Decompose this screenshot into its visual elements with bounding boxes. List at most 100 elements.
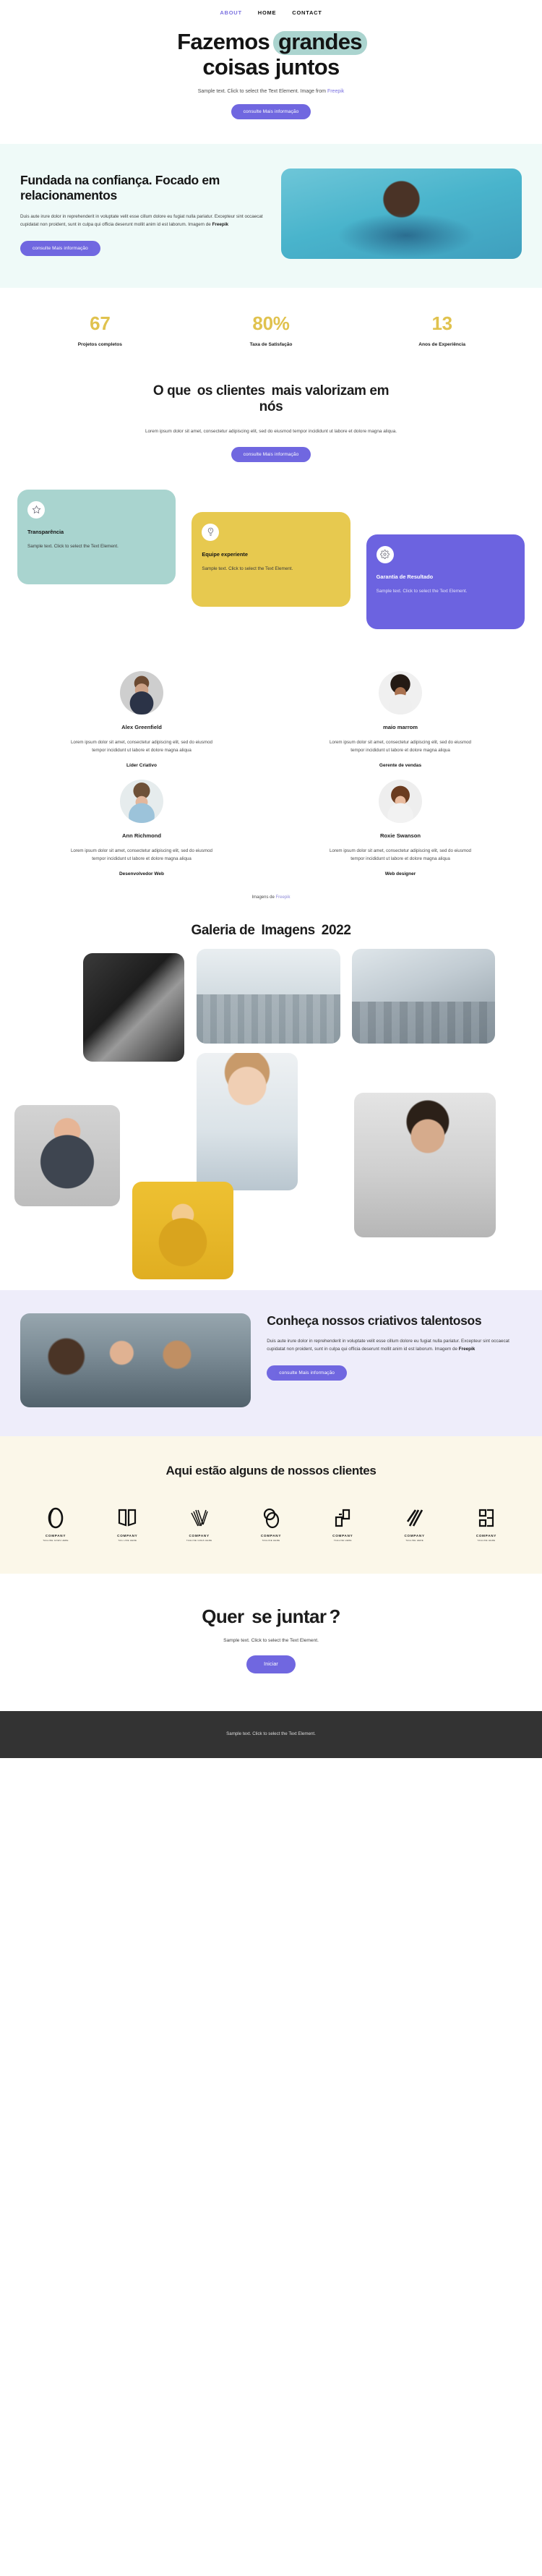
striped-v-mark (190, 1509, 208, 1526)
client-tagline: TAGLINE HERE (333, 1538, 352, 1542)
gallery-image-5[interactable] (14, 1104, 120, 1206)
client-logo-row: COMPANY TAGLINE GOES HERE COMPANY TAG LI… (14, 1507, 528, 1542)
hero-cta-button[interactable]: consulte Mais informação (231, 103, 311, 119)
founded-image-column (280, 168, 522, 259)
client-tagline: TAGLINE HERE (262, 1538, 280, 1542)
client-name: COMPANY (404, 1533, 425, 1538)
gallery-heading: Galeria de Imagens 2022 (0, 923, 542, 939)
client-name: COMPANY (260, 1533, 282, 1538)
nav-link-home[interactable]: HOME (258, 9, 277, 16)
stat-number: 67 (90, 312, 111, 334)
gallery-image-2[interactable] (197, 948, 340, 1044)
client-logo-item[interactable]: COMPANY TAG LINE HERE (105, 1507, 150, 1542)
client-name: COMPANY (189, 1533, 210, 1538)
team-member-card: Roxie Swanson Lorem ipsum dolor sit amet… (288, 779, 513, 877)
creatives-cta-button[interactable]: consulte Mais informação (267, 1365, 348, 1381)
client-name: COMPANY (476, 1533, 497, 1538)
gallery-image-1[interactable] (83, 952, 184, 1062)
client-tagline: TAGLINE GOES HERE (186, 1538, 212, 1542)
stat-item-experience: 13 Anos de Experiência (356, 314, 528, 347)
stat-number: 13 (431, 312, 452, 334)
values-cta-button[interactable]: consulte Mais informação (231, 446, 311, 462)
founded-body-bold: Freepik (212, 222, 228, 228)
founded-portrait-image (280, 168, 522, 259)
founded-text-column: Fundada na confiança. Focado em relacion… (20, 169, 265, 256)
client-logo-item[interactable]: COMPANY TAGLINE HERE (464, 1507, 509, 1542)
join-heading-pre: Quer (202, 1605, 249, 1627)
founded-section: Fundada na confiança. Focado em relacion… (0, 143, 542, 288)
hero-subtitle: Sample text. Click to select the Text El… (0, 89, 542, 94)
value-card-text: Sample text. Click to select the Text El… (202, 566, 293, 571)
value-card-transparencia[interactable]: Transparência Sample text. Click to sele… (17, 489, 176, 584)
team-member-card: Alex Greenfield Lorem ipsum dolor sit am… (29, 670, 254, 768)
client-name: COMPANY (45, 1533, 66, 1538)
main-navigation[interactable]: ABOUT HOME CONTACT (0, 0, 542, 25)
client-logo-item[interactable]: COMPANY TAGLINE GOES HERE (177, 1507, 222, 1542)
team-member-bio: Lorem ipsum dolor sit amet, consectetur … (329, 739, 472, 754)
join-heading-highlight: se juntar (246, 1605, 332, 1629)
corner-squares-mark (335, 1509, 350, 1527)
value-card-equipe-experiente[interactable]: Equipe experiente Sample text. Click to … (192, 511, 350, 607)
value-cards-section: Transparência Sample text. Click to sele… (0, 467, 542, 654)
stat-number: 80% (252, 312, 290, 334)
nav-link-contact[interactable]: CONTACT (292, 9, 322, 16)
team-member-card: Ann Richmond Lorem ipsum dolor sit amet,… (29, 779, 254, 877)
footer-text: Sample text. Click to select the Text El… (226, 1731, 316, 1736)
credit-freepik-link[interactable]: Freepik (276, 895, 291, 900)
value-card-text: Sample text. Click to select the Text El… (27, 543, 119, 549)
join-start-button[interactable]: Iniciar (246, 1655, 296, 1673)
team-member-bio: Lorem ipsum dolor sit amet, consectetur … (329, 848, 472, 862)
gallery-heading-highlight: Imagens (256, 923, 321, 939)
value-card-garantia-de-resultado[interactable]: Garantia de Resultado Sample text. Click… (366, 534, 525, 629)
founded-cta-button[interactable]: consulte Mais informação (20, 240, 100, 256)
team-member-bio: Lorem ipsum dolor sit amet, consectetur … (70, 848, 213, 862)
team-member-role: Líder Criativo (126, 762, 157, 768)
values-heading-pre: O que (152, 383, 194, 398)
client-tagline: TAGLINE HERE (405, 1538, 424, 1542)
gallery-heading-wrap: Galeria de Imagens 2022 (0, 903, 542, 943)
stat-label: Projetos completos (77, 341, 122, 347)
creatives-section: Conheça nossos criativos talentosos Duis… (0, 1289, 542, 1436)
creatives-image-column (20, 1313, 251, 1407)
slashes-mark (406, 1509, 423, 1527)
client-logo-item[interactable]: COMPANY TAGLINE GOES HERE (33, 1507, 78, 1542)
client-tagline: TAG LINE HERE (118, 1538, 137, 1542)
creatives-body: Duis aute irure dolor in reprehenderit i… (267, 1337, 522, 1354)
open-book-mark (119, 1509, 137, 1527)
nav-link-about[interactable]: ABOUT (220, 9, 241, 16)
stat-label: Anos de Experiência (418, 341, 466, 347)
gallery-image-7[interactable] (354, 1092, 496, 1237)
client-name: COMPANY (332, 1533, 353, 1538)
page-footer: Sample text. Click to select the Text El… (0, 1710, 542, 1758)
join-subtitle: Sample text. Click to select the Text El… (223, 1637, 319, 1643)
clients-heading: Aqui estão alguns de nossos clientes (165, 1463, 377, 1477)
client-logo-item[interactable]: COMPANY TAGLINE HERE (249, 1507, 293, 1542)
join-cta-section: Quer se juntar? Sample text. Click to se… (0, 1573, 542, 1711)
hero-title: Fazemos grandes coisas juntos (116, 29, 426, 80)
gallery-image-6[interactable] (132, 1181, 233, 1279)
hero-title-highlight: grandes (273, 29, 367, 56)
gallery-image-3[interactable] (352, 948, 495, 1044)
client-logo-item[interactable]: COMPANY TAGLINE HERE (392, 1507, 437, 1542)
value-card-title: Transparência (27, 528, 64, 535)
hero-title-plain: Fazemos (177, 29, 275, 54)
value-card-text: Sample text. Click to select the Text El… (376, 588, 468, 594)
hero-title-line2: coisas juntos (202, 54, 340, 80)
gallery-heading-pre: Galeria de (191, 922, 259, 938)
client-tagline: TAGLINE HERE (477, 1538, 496, 1542)
avatar (120, 670, 163, 715)
client-logo-item[interactable]: COMPANY TAGLINE HERE (320, 1507, 365, 1542)
values-section: O que os clientes mais valorizam em nós … (0, 371, 542, 468)
hero-freepik-link[interactable]: Freepik (327, 89, 344, 94)
team-section: Alex Greenfield Lorem ipsum dolor sit am… (0, 653, 542, 884)
clients-section: Aqui estão alguns de nossos clientes COM… (0, 1436, 542, 1574)
creatives-body-bold: Freepik (458, 1347, 476, 1352)
team-member-role: Web designer (384, 871, 416, 877)
values-heading-post: mais valorizam em nós (259, 383, 390, 415)
values-heading-highlight: os clientes (192, 383, 270, 401)
gallery-image-4[interactable] (197, 1052, 298, 1190)
team-member-name: Alex Greenfield (121, 723, 162, 730)
credit-text: Imagens de (251, 895, 276, 900)
creatives-heading: Conheça nossos criativos talentosos (267, 1313, 482, 1328)
avatar (379, 670, 422, 715)
